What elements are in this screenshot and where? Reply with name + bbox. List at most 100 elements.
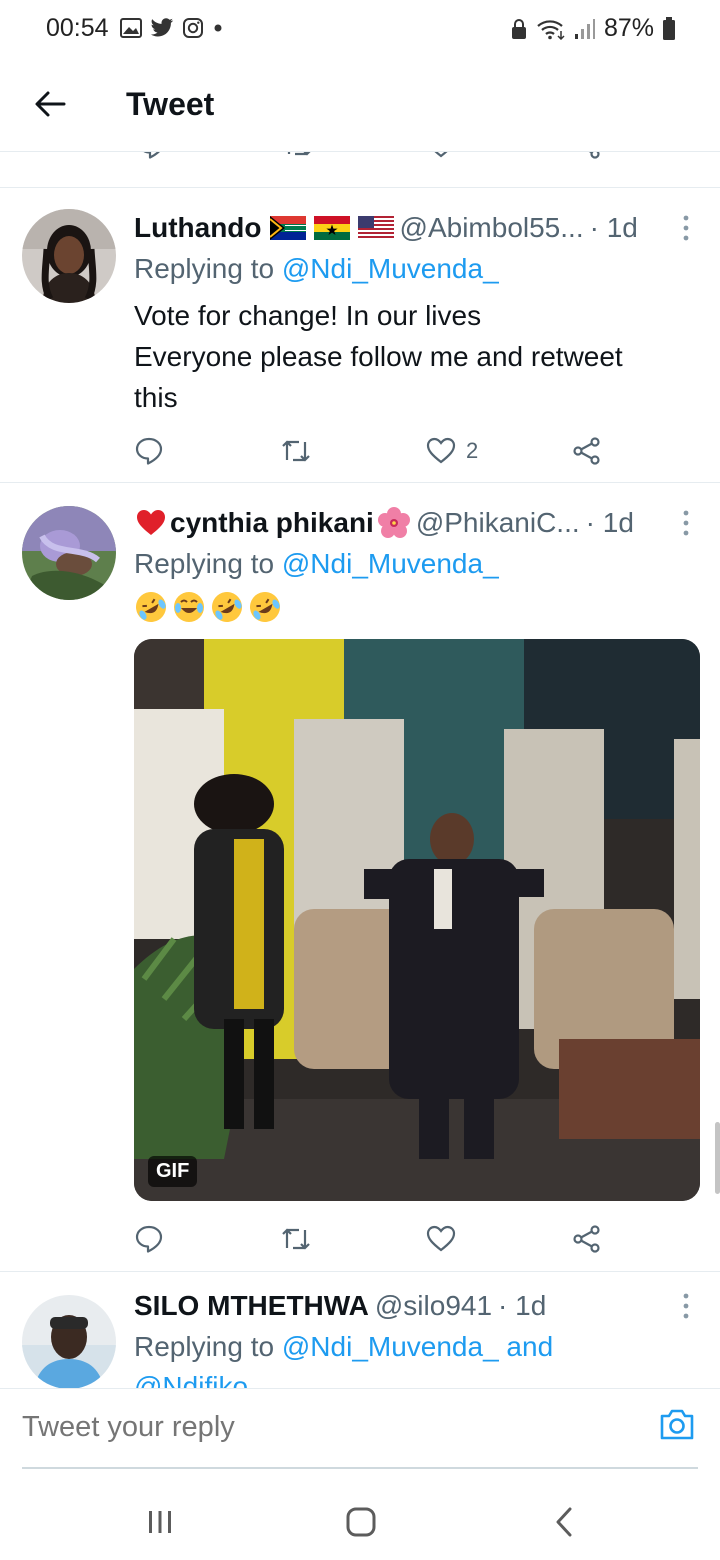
reply-button[interactable] [134,1219,164,1259]
share-icon[interactable] [572,152,602,160]
camera-icon[interactable] [658,1405,696,1443]
like-button[interactable]: 2 [426,431,478,471]
wifi-icon [537,19,565,40]
handle: @silo941 [374,1290,493,1321]
tweet-item[interactable]: Luthando @Abimbol55... · 1d Replying to … [0,189,720,483]
more-options-icon[interactable] [680,213,692,243]
retweet-button[interactable] [280,431,312,471]
replying-to: Replying to @Ndi_Muvenda_ and [134,1331,553,1363]
display-name[interactable]: cynthia phikani [170,507,374,539]
display-name[interactable]: SILO MTHETHWA [134,1290,369,1322]
reply-input[interactable] [22,1411,622,1444]
home-button[interactable] [341,1502,381,1542]
retweet-icon[interactable] [282,152,314,160]
reply-icon [135,1225,163,1253]
replying-prefix: Replying to [134,1331,282,1362]
avatar-image [22,209,116,303]
timestamp: · 1d [589,212,638,243]
mention-link[interactable]: @Ndi_Muvenda_ and [282,1331,553,1362]
home-icon [346,1507,376,1537]
handle: @PhikaniC... [415,507,580,538]
rofl-emoji-icon [250,592,280,622]
ghana-flag-icon [313,216,350,240]
arrow-left-icon [35,91,66,117]
replying-to: Replying to @Ndi_Muvenda_ [134,548,499,580]
replying-prefix: Replying to [134,253,282,284]
avatar[interactable] [22,1295,116,1388]
reply-icon[interactable] [136,152,166,160]
display-name[interactable]: Luthando [134,212,262,244]
hibiscus-emoji-icon [377,507,410,538]
avatar[interactable] [22,209,116,303]
reply-composer [0,1388,720,1469]
mention-link[interactable]: @Ndi_Muvenda_ [282,253,499,284]
tweet-header: cynthia phikani @PhikaniC... · 1d [134,506,676,540]
tweet-text-line: Vote for change! In our lives [134,300,482,331]
gallery-icon [120,18,142,38]
status-right-icons: 87% [510,14,676,43]
avatar-image [22,506,116,600]
replying-to-continued: @Ndifiko [134,1371,248,1388]
tweet-item[interactable]: cynthia phikani @PhikaniC... · 1d Replyi… [0,484,720,1272]
like-icon[interactable] [426,152,456,160]
gif-media[interactable]: GIF [134,639,700,1201]
avatar-image [22,1295,116,1388]
tweet-item[interactable]: SILO MTHETHWA @silo941 · 1d Replying to … [0,1273,720,1388]
page-title: Tweet [126,86,215,122]
more-options-icon[interactable] [680,1291,692,1321]
back-nav-button[interactable] [544,1502,584,1542]
status-time: 00:54 [46,14,109,42]
replying-prefix: Replying to [134,548,282,579]
status-bar: 00:54 87% [0,0,720,60]
usa-flag-icon [357,216,394,240]
system-nav-bar [0,1480,720,1560]
tweet-actions [134,1219,614,1259]
like-button[interactable] [426,1219,456,1259]
chevron-left-icon [556,1507,572,1537]
recent-apps-icon [149,1511,171,1533]
back-button[interactable] [30,84,70,124]
rofl-emoji-icon [212,592,242,622]
tweet-emoji-text [134,590,282,624]
battery-percent: 87% [603,14,654,42]
retweet-button[interactable] [280,1219,312,1259]
tweet-actions: 2 [134,431,614,471]
gif-image [134,639,700,1201]
status-left-icons [120,17,224,39]
tweet-text: Vote for change! In our lives Everyone p… [134,295,680,418]
scrollbar-thumb[interactable] [715,1122,720,1194]
reply-icon [135,437,163,465]
composer-underline [22,1467,698,1469]
signal-icon [574,18,595,39]
like-count: 2 [466,438,479,463]
avatar[interactable] [22,506,116,600]
tweet-text-line: this [134,382,178,413]
timestamp: · 1d [498,1290,547,1321]
previous-tweet-actions [0,152,720,188]
lock-icon [511,18,526,39]
share-button[interactable] [572,431,602,471]
tweet-text-line: Everyone please follow me and retweet [134,341,623,372]
share-button[interactable] [572,1219,602,1259]
more-options-icon[interactable] [680,508,692,538]
tweet-header: Luthando @Abimbol55... · 1d [134,211,676,245]
reply-button[interactable] [134,431,164,471]
mention-link[interactable]: @Ndifiko [134,1371,248,1388]
twitter-bird-icon [150,18,174,37]
instagram-icon [183,18,203,38]
battery-icon [663,16,675,40]
mention-link[interactable]: @Ndi_Muvenda_ [282,548,499,579]
handle: @Abimbol55... [399,212,584,243]
retweet-icon [282,1228,310,1250]
like-icon [426,437,456,464]
south-africa-flag-icon [269,216,306,240]
header: Tweet [0,60,720,152]
share-icon [573,1225,600,1253]
gif-badge: GIF [148,1156,198,1187]
recent-apps-button[interactable] [140,1502,180,1542]
tweet-header: SILO MTHETHWA @silo941 · 1d [134,1289,676,1323]
rofl-emoji-icon [136,592,166,622]
retweet-icon [282,440,310,462]
like-icon [426,1225,456,1252]
tears-of-joy-emoji-icon [174,592,204,622]
